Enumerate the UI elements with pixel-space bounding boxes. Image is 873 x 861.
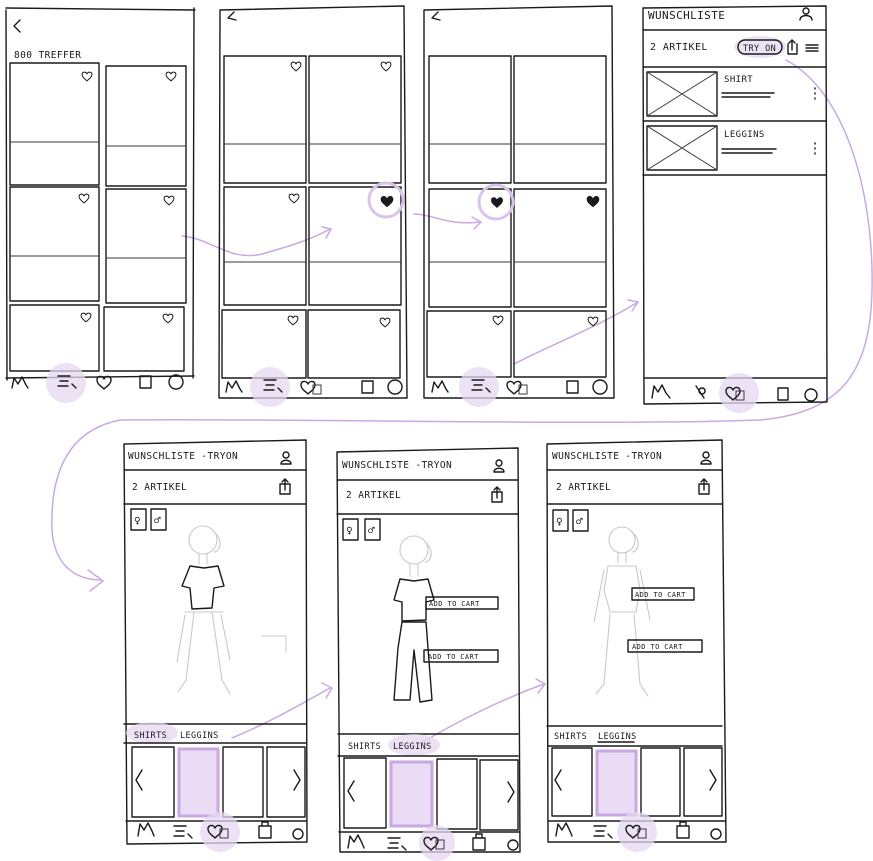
profile-icon[interactable]: [799, 7, 813, 21]
profile-icon[interactable]: [387, 379, 403, 395]
svg-text:♂: ♂: [154, 514, 161, 527]
bag-icon[interactable]: [566, 380, 579, 394]
home-icon[interactable]: [651, 384, 671, 399]
search-icon[interactable]: [387, 837, 407, 851]
profile-icon[interactable]: [168, 374, 184, 390]
bag-icon[interactable]: [777, 387, 789, 401]
carousel-prev-icon[interactable]: [554, 769, 562, 791]
bag-icon[interactable]: [472, 833, 486, 851]
tryon-count: 2 ARTIKEL: [346, 490, 401, 501]
wireframe-sketch: 800 TREFFER WUNSCHLISTE 2 ARTIKEL TRY ON…: [5, 5, 873, 861]
home-icon[interactable]: [347, 834, 365, 849]
home-icon[interactable]: [11, 376, 29, 389]
carousel-prev-icon[interactable]: [347, 780, 355, 802]
avatar-figure: [399, 535, 432, 577]
bag-icon[interactable]: [258, 821, 272, 839]
back-arrow-icon[interactable]: [227, 11, 237, 21]
tab-shirts[interactable]: SHIRTS: [554, 732, 587, 742]
share-icon[interactable]: [279, 478, 291, 495]
tab-leggins[interactable]: LEGGINS: [180, 731, 219, 741]
search-icon[interactable]: [695, 385, 706, 399]
carousel-next-icon[interactable]: [709, 769, 717, 791]
tryon-count: 2 ARTIKEL: [132, 482, 187, 493]
screen-tryon-shirt: WUNSCHLISTE -TRYON 2 ARTIKEL ♀ ♂ SHIRTS …: [123, 439, 308, 852]
profile-icon[interactable]: [804, 388, 818, 402]
add-to-cart-label: ADD TO CART: [635, 591, 686, 599]
add-to-cart-label: ADD TO CART: [632, 643, 683, 651]
tryon-title: WUNSCHLISTE -TRYON: [552, 451, 662, 462]
svg-text:♀: ♀: [346, 524, 353, 537]
search-icon[interactable]: [593, 825, 613, 839]
search-tab-highlight: [46, 363, 86, 403]
profile-icon[interactable]: [710, 828, 722, 840]
add-to-cart-label: ADD TO CART: [428, 653, 479, 661]
home-icon[interactable]: [555, 822, 573, 837]
bag-icon[interactable]: [676, 821, 690, 839]
svg-text:♀: ♀: [556, 515, 563, 528]
shirt-on-avatar: [181, 565, 225, 610]
share-icon[interactable]: [698, 478, 710, 495]
wishlist-icon[interactable]: [96, 375, 112, 390]
bag-icon[interactable]: [139, 375, 152, 389]
carousel-prev-icon[interactable]: [135, 769, 143, 791]
wishlist-title: WUNSCHLISTE: [648, 9, 725, 22]
home-icon[interactable]: [431, 380, 449, 393]
wishlist-count: 2 ARTIKEL: [650, 42, 708, 53]
profile-icon[interactable]: [493, 459, 505, 473]
results-count-label: 800 TREFFER: [14, 50, 81, 61]
screen-tryon-outfit: WUNSCHLISTE -TRYON 2 ARTIKEL ♀ ♂ ADD TO …: [336, 447, 521, 861]
tryon-title: WUNSCHLISTE -TRYON: [342, 460, 452, 471]
filter-icon[interactable]: [805, 44, 819, 52]
home-icon[interactable]: [225, 380, 243, 393]
back-arrow-icon[interactable]: [431, 11, 441, 21]
screen-wishlist: WUNSCHLISTE 2 ARTIKEL TRY ON SHIRT LEGGI…: [642, 5, 828, 413]
profile-icon[interactable]: [507, 839, 519, 851]
tryon-title: WUNSCHLISTE -TRYON: [128, 451, 238, 462]
search-icon[interactable]: [173, 825, 193, 839]
screen-tryon-leggins: WUNSCHLISTE -TRYON 2 ARTIKEL ♀ ♂ ADD TO …: [546, 439, 727, 852]
carousel-selected-item[interactable]: [177, 747, 220, 818]
wishlist-item-name: SHIRT: [724, 75, 753, 85]
wishlist-item-name: LEGGINS: [724, 130, 765, 140]
share-icon[interactable]: [491, 486, 503, 503]
screen-favorite-tap: [218, 5, 408, 407]
tab-shirts[interactable]: SHIRTS: [348, 742, 381, 752]
profile-icon[interactable]: [700, 451, 712, 465]
back-arrow-icon[interactable]: [13, 19, 21, 33]
svg-text:♂: ♂: [368, 524, 375, 537]
screen-favorited: [423, 5, 615, 407]
profile-icon[interactable]: [292, 828, 304, 840]
carousel-next-icon[interactable]: [507, 781, 515, 803]
home-icon[interactable]: [137, 822, 155, 837]
carousel-selected-item[interactable]: [389, 760, 434, 828]
screen-search-results: 800 TREFFER: [5, 7, 196, 403]
shirt-on-avatar: [393, 578, 435, 622]
avatar-figure: [176, 525, 231, 695]
svg-text:♂: ♂: [576, 515, 583, 528]
profile-icon[interactable]: [592, 379, 608, 395]
tryon-button-label: TRY ON: [743, 44, 776, 54]
avatar-figure: [593, 526, 651, 697]
carousel-next-icon[interactable]: [293, 769, 301, 791]
carousel-selected-item[interactable]: [595, 749, 638, 817]
tryon-count: 2 ARTIKEL: [556, 482, 611, 493]
profile-icon[interactable]: [280, 451, 292, 465]
tab-shirts[interactable]: SHIRTS: [134, 731, 167, 741]
bag-icon[interactable]: [361, 380, 374, 394]
add-to-cart-label: ADD TO CART: [429, 600, 480, 608]
svg-text:♀: ♀: [134, 514, 141, 527]
share-icon[interactable]: [787, 39, 798, 55]
tab-leggins[interactable]: LEGGINS: [598, 732, 637, 742]
tab-leggins[interactable]: LEGGINS: [393, 742, 432, 752]
